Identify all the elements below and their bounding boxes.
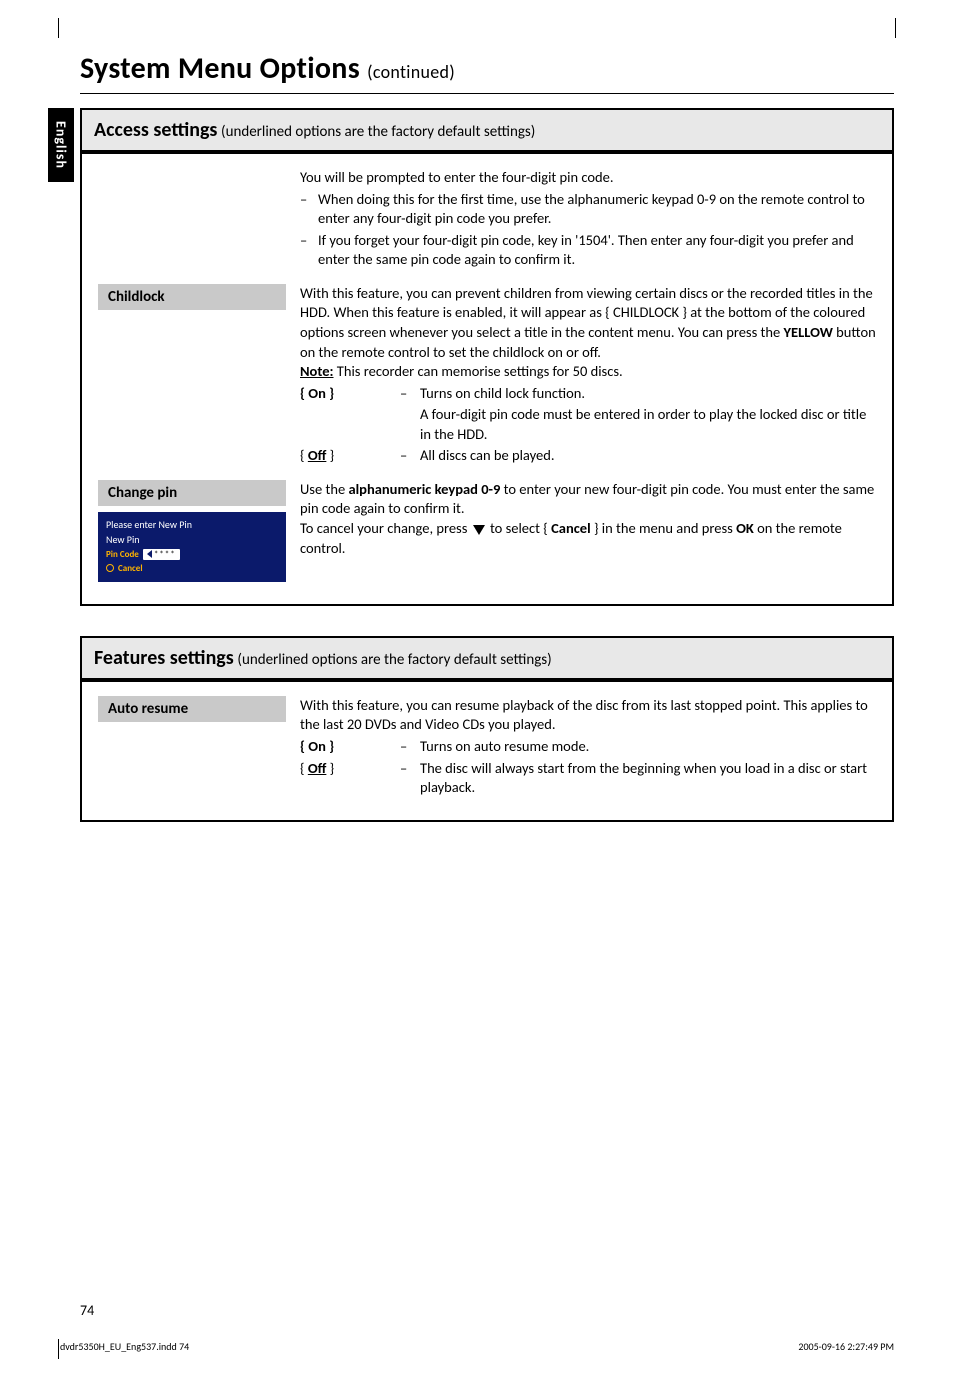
language-tab: English (48, 108, 74, 182)
autoresume-off-text: The disc will always start from the begi… (420, 759, 876, 798)
features-settings-panel: Features settings (underlined options ar… (80, 636, 894, 822)
autoresume-text: With this feature, you can resume playba… (300, 696, 868, 734)
intro-bullet: When doing this for the first time, use … (300, 190, 876, 229)
childlock-on-text: Turns on child lock function. (420, 384, 876, 404)
childlock-off-text: All discs can be played. (420, 446, 876, 466)
intro-row: You will be prompted to enter the four-d… (98, 168, 876, 270)
childlock-on-text2: A four-digit pin code must be entered in… (420, 405, 876, 444)
childlock-label: Childlock (98, 284, 286, 310)
changepin-row: Change pin Please enter New Pin New Pin … (98, 480, 876, 582)
title-underline (80, 93, 894, 94)
radio-icon (106, 564, 114, 572)
changepin-text1: Use the alphanumeric keypad 0-9 to enter… (300, 480, 874, 518)
access-settings-header: Access settings (underlined options are … (82, 110, 892, 154)
pin-entry-screenshot: Please enter New Pin New Pin Pin Code **… (98, 512, 286, 582)
childlock-row: Childlock With this feature, you can pre… (98, 284, 876, 466)
page-number: 74 (80, 1302, 94, 1319)
childlock-note: Note: This recorder can memorise setting… (300, 362, 623, 380)
crop-mark (58, 1339, 59, 1359)
print-footer: dvdr5350H_EU_Eng537.indd 74 2005-09-16 2… (60, 1340, 894, 1353)
autoresume-on-text: Turns on auto resume mode. (420, 737, 876, 757)
changepin-label: Change pin (98, 480, 286, 506)
page-title: System Menu Options (continued) (80, 50, 894, 87)
autoresume-off-option: { Off } (300, 759, 396, 779)
intro-text: You will be prompted to enter the four-d… (300, 168, 614, 186)
down-arrow-icon (473, 525, 485, 535)
crop-mark (895, 18, 896, 38)
changepin-text2: To cancel your change, press to select {… (300, 519, 842, 557)
childlock-on-option: { On } (300, 384, 396, 404)
autoresume-row: Auto resume With this feature, you can r… (98, 696, 876, 798)
autoresume-label: Auto resume (98, 696, 286, 722)
intro-bullet: If you forget your four-digit pin code, … (300, 231, 876, 270)
left-arrow-icon (147, 550, 152, 558)
crop-mark (58, 18, 59, 38)
features-settings-header: Features settings (underlined options ar… (82, 638, 892, 682)
autoresume-on-option: { On } (300, 737, 396, 757)
childlock-off-option: { Off } (300, 446, 396, 466)
access-settings-panel: Access settings (underlined options are … (80, 108, 894, 606)
childlock-text: With this feature, you can prevent child… (300, 284, 876, 361)
